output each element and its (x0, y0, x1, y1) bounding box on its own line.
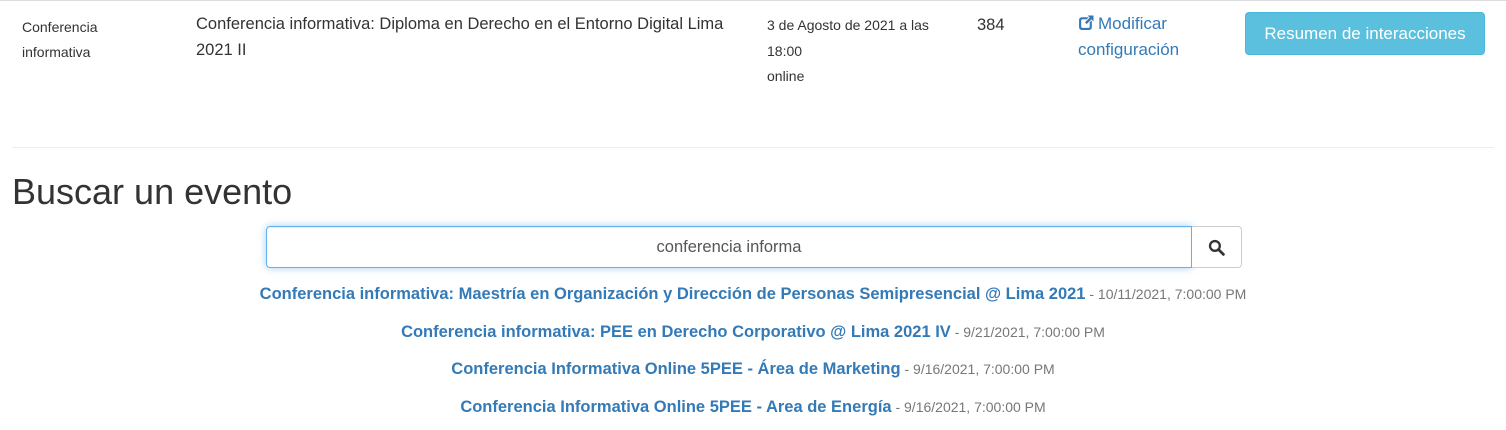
event-count: 384 (977, 12, 1047, 38)
result-item: Conferencia informativa: Maestría en Org… (0, 280, 1506, 318)
result-link[interactable]: Conferencia informativa: Maestría en Org… (260, 285, 1086, 303)
search-icon (1208, 239, 1225, 256)
event-date-line: 3 de Agosto de 2021 a las 18:00 (767, 17, 929, 59)
modify-config-link[interactable]: Modificar configuración (1078, 11, 1228, 63)
search-button[interactable] (1192, 226, 1242, 268)
interactions-summary-button[interactable]: Resumen de interacciones (1245, 12, 1485, 55)
result-link[interactable]: Conferencia Informativa Online 5PEE - Ár… (451, 360, 900, 378)
result-date: - 9/16/2021, 7:00:00 PM (892, 399, 1046, 415)
external-link-icon (1078, 14, 1095, 31)
section-divider (12, 147, 1494, 148)
result-item: Conferencia Informativa Online 5PEE - Ar… (0, 393, 1506, 430)
result-date: - 9/21/2021, 7:00:00 PM (951, 324, 1105, 340)
search-title: Buscar un evento (12, 168, 292, 216)
event-type: Conferencia informativa (22, 15, 162, 65)
event-modality: online (767, 68, 804, 84)
event-name: Conferencia informativa: Diploma en Dere… (196, 11, 736, 63)
event-row: Conferencia informativa Conferencia info… (0, 0, 1506, 149)
event-date: 3 de Agosto de 2021 a las 18:00 online (767, 13, 957, 90)
search-bar (266, 226, 1242, 268)
result-date: - 9/16/2021, 7:00:00 PM (901, 361, 1055, 377)
result-item: Conferencia informativa: PEE en Derecho … (0, 318, 1506, 356)
result-link[interactable]: Conferencia informativa: PEE en Derecho … (401, 323, 951, 341)
search-input[interactable] (266, 226, 1192, 268)
result-link[interactable]: Conferencia Informativa Online 5PEE - Ar… (460, 398, 891, 416)
result-date: - 10/11/2021, 7:00:00 PM (1085, 286, 1246, 302)
result-item: Conferencia Informativa Online 5PEE - Ár… (0, 355, 1506, 393)
search-results: Conferencia informativa: Maestría en Org… (0, 280, 1506, 430)
